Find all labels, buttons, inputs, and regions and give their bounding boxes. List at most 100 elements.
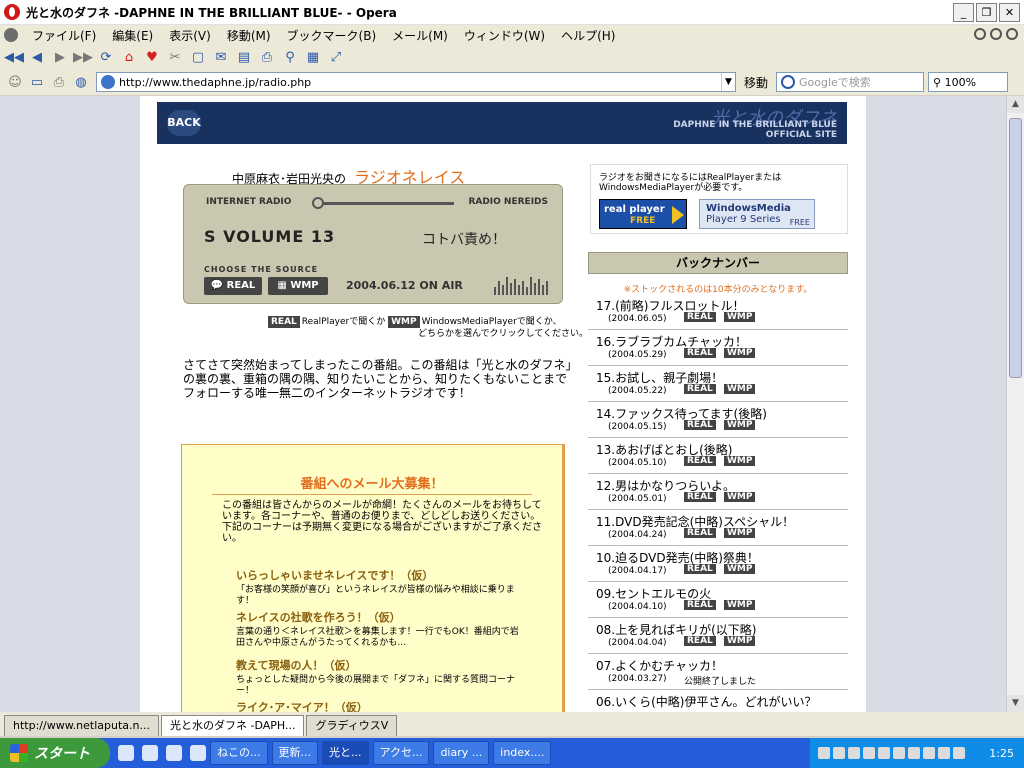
tray-icon[interactable] bbox=[848, 747, 860, 759]
task-button[interactable]: ねこの... bbox=[210, 741, 268, 765]
menu-window[interactable]: ウィンドウ(W) bbox=[456, 27, 553, 44]
task-button-active[interactable]: 光と... bbox=[322, 741, 369, 765]
real-button[interactable]: REAL bbox=[684, 636, 716, 646]
real-button[interactable]: REAL bbox=[684, 600, 716, 610]
back-link[interactable]: BACK bbox=[167, 110, 201, 136]
menu-file[interactable]: ファイル(F) bbox=[24, 27, 104, 44]
tray-icon[interactable] bbox=[923, 747, 935, 759]
real-button[interactable]: REAL bbox=[684, 564, 716, 574]
tab-netlaputa[interactable]: http://www.netlaputa.n... bbox=[4, 715, 159, 736]
globe-icon[interactable]: ◍ bbox=[70, 72, 92, 92]
tab-gradius[interactable]: グラディウスV bbox=[306, 715, 398, 736]
real-button[interactable]: REAL bbox=[684, 348, 716, 358]
save-icon[interactable]: ▤ bbox=[234, 47, 254, 67]
user-icon[interactable]: ☺ bbox=[4, 72, 26, 92]
close-button[interactable]: ✕ bbox=[999, 3, 1020, 22]
ie-quicklaunch-icon[interactable] bbox=[142, 745, 158, 761]
menu-navigate[interactable]: 移動(M) bbox=[219, 27, 279, 44]
real-button[interactable]: REAL bbox=[684, 312, 716, 322]
wmp-button[interactable]: WMP bbox=[724, 420, 756, 430]
address-dropdown-icon[interactable]: ▼ bbox=[721, 73, 735, 91]
task-button[interactable]: アクセ... bbox=[372, 741, 430, 765]
menu-edit[interactable]: 編集(E) bbox=[104, 27, 161, 44]
wmp-button[interactable]: WMP bbox=[724, 492, 756, 502]
forward-icon[interactable]: ▶ bbox=[50, 47, 70, 67]
wmp-button[interactable]: WMP bbox=[724, 348, 756, 358]
fast-forward-icon[interactable]: ▶▶ bbox=[73, 47, 93, 67]
backnumber-title[interactable]: 06.いくら(中略)伊平さん。どれがいい？ bbox=[596, 693, 816, 710]
air-date: 2004.06.12 ON AIR bbox=[346, 279, 463, 292]
task-button[interactable]: index.... bbox=[493, 741, 552, 765]
wmp-button[interactable]: WMP bbox=[724, 384, 756, 394]
new-page-icon[interactable]: ▢ bbox=[188, 47, 208, 67]
minimize-button[interactable]: _ bbox=[953, 3, 974, 22]
wmp-download-button[interactable]: WindowsMedia Player 9 Series FREE bbox=[699, 199, 815, 229]
start-button[interactable]: スタート bbox=[0, 738, 110, 768]
realplayer-download-button[interactable]: real player FREE bbox=[599, 199, 687, 229]
zoom-select[interactable]: ⚲ 100% bbox=[928, 72, 1009, 92]
mdi-restore-icon[interactable] bbox=[990, 28, 1002, 40]
tray-icon[interactable] bbox=[908, 747, 920, 759]
tray-icon[interactable] bbox=[953, 747, 965, 759]
wmp-play-button[interactable]: ▦ WMP bbox=[268, 277, 328, 295]
opera-quicklaunch-icon[interactable] bbox=[118, 745, 134, 761]
search-field[interactable]: Googleで検索 bbox=[776, 72, 925, 92]
tools-icon[interactable]: ✂ bbox=[165, 47, 185, 67]
address-field[interactable]: http://www.thedaphne.jp/radio.php ▼ bbox=[96, 72, 736, 92]
restore-button[interactable]: ❐ bbox=[976, 3, 997, 22]
menu-view[interactable]: 表示(V) bbox=[161, 27, 219, 44]
print-icon[interactable]: ⎙ bbox=[257, 47, 277, 67]
tray-icon[interactable] bbox=[818, 747, 830, 759]
real-button[interactable]: REAL bbox=[684, 420, 716, 430]
wmp-button[interactable]: WMP bbox=[724, 528, 756, 538]
tray-icon[interactable] bbox=[938, 747, 950, 759]
back-icon[interactable]: ◀ bbox=[27, 47, 47, 67]
corner-title: 教えて現場の人！（仮） bbox=[236, 659, 357, 672]
resize-icon[interactable]: ⤢ bbox=[326, 47, 346, 67]
screen-icon[interactable]: ▭ bbox=[26, 72, 48, 92]
backnumber-title[interactable]: 17.(前略)フルスロットル！ bbox=[596, 297, 744, 314]
heart-icon[interactable]: ♥ bbox=[142, 47, 162, 67]
wmp-button[interactable]: WMP bbox=[724, 600, 756, 610]
scroll-thumb[interactable] bbox=[1009, 118, 1022, 378]
panel-icon[interactable]: ▦ bbox=[303, 47, 323, 67]
menu-help[interactable]: ヘルプ(H) bbox=[553, 27, 623, 44]
player-note-line2: どちらかを選んでクリックしてください。 bbox=[418, 329, 589, 339]
real-play-button[interactable]: 💬 REAL bbox=[204, 277, 262, 295]
go-button[interactable]: 移動 bbox=[744, 74, 768, 91]
find-icon[interactable]: ⚲ bbox=[280, 47, 300, 67]
task-button[interactable]: 更新... bbox=[271, 741, 318, 765]
reload-icon[interactable]: ⟳ bbox=[96, 47, 116, 67]
vertical-scrollbar[interactable]: ▲ ▼ bbox=[1006, 96, 1024, 712]
wmp-button[interactable]: WMP bbox=[724, 564, 756, 574]
tray-icon[interactable] bbox=[893, 747, 905, 759]
tray-icon[interactable] bbox=[863, 747, 875, 759]
tray-icon[interactable] bbox=[833, 747, 845, 759]
address-input[interactable]: http://www.thedaphne.jp/radio.php bbox=[119, 76, 721, 89]
tab-daphne[interactable]: 光と水のダフネ -DAPH... bbox=[161, 715, 305, 736]
printer-icon[interactable]: ⎙ bbox=[48, 72, 70, 92]
rewind-icon[interactable]: ◀◀ bbox=[4, 47, 24, 67]
wmp-button[interactable]: WMP bbox=[724, 456, 756, 466]
scroll-up-icon[interactable]: ▲ bbox=[1007, 96, 1024, 113]
home-icon[interactable]: ⌂ bbox=[119, 47, 139, 67]
task-button[interactable]: diary ... bbox=[433, 741, 490, 765]
real-button[interactable]: REAL bbox=[684, 492, 716, 502]
scroll-down-icon[interactable]: ▼ bbox=[1007, 695, 1024, 712]
menu-mail[interactable]: メール(M) bbox=[384, 27, 456, 44]
search-input[interactable]: Googleで検索 bbox=[799, 74, 923, 90]
tray-icon[interactable] bbox=[878, 747, 890, 759]
real-button[interactable]: REAL bbox=[684, 528, 716, 538]
menu-bookmarks[interactable]: ブックマーク(B) bbox=[279, 27, 385, 44]
apple-menu-icon[interactable] bbox=[4, 28, 18, 42]
media-quicklaunch-icon[interactable] bbox=[190, 745, 206, 761]
wmp-button[interactable]: WMP bbox=[724, 636, 756, 646]
mail-quicklaunch-icon[interactable] bbox=[166, 745, 182, 761]
mdi-close-icon[interactable] bbox=[1006, 28, 1018, 40]
real-button[interactable]: REAL bbox=[684, 384, 716, 394]
real-button[interactable]: REAL bbox=[684, 456, 716, 466]
mdi-minimize-icon[interactable] bbox=[974, 28, 986, 40]
wmp-button[interactable]: WMP bbox=[724, 312, 756, 322]
mail-icon[interactable]: ✉ bbox=[211, 47, 231, 67]
backnumber-title[interactable]: 07.よくかむチャッカ！ bbox=[596, 657, 723, 674]
